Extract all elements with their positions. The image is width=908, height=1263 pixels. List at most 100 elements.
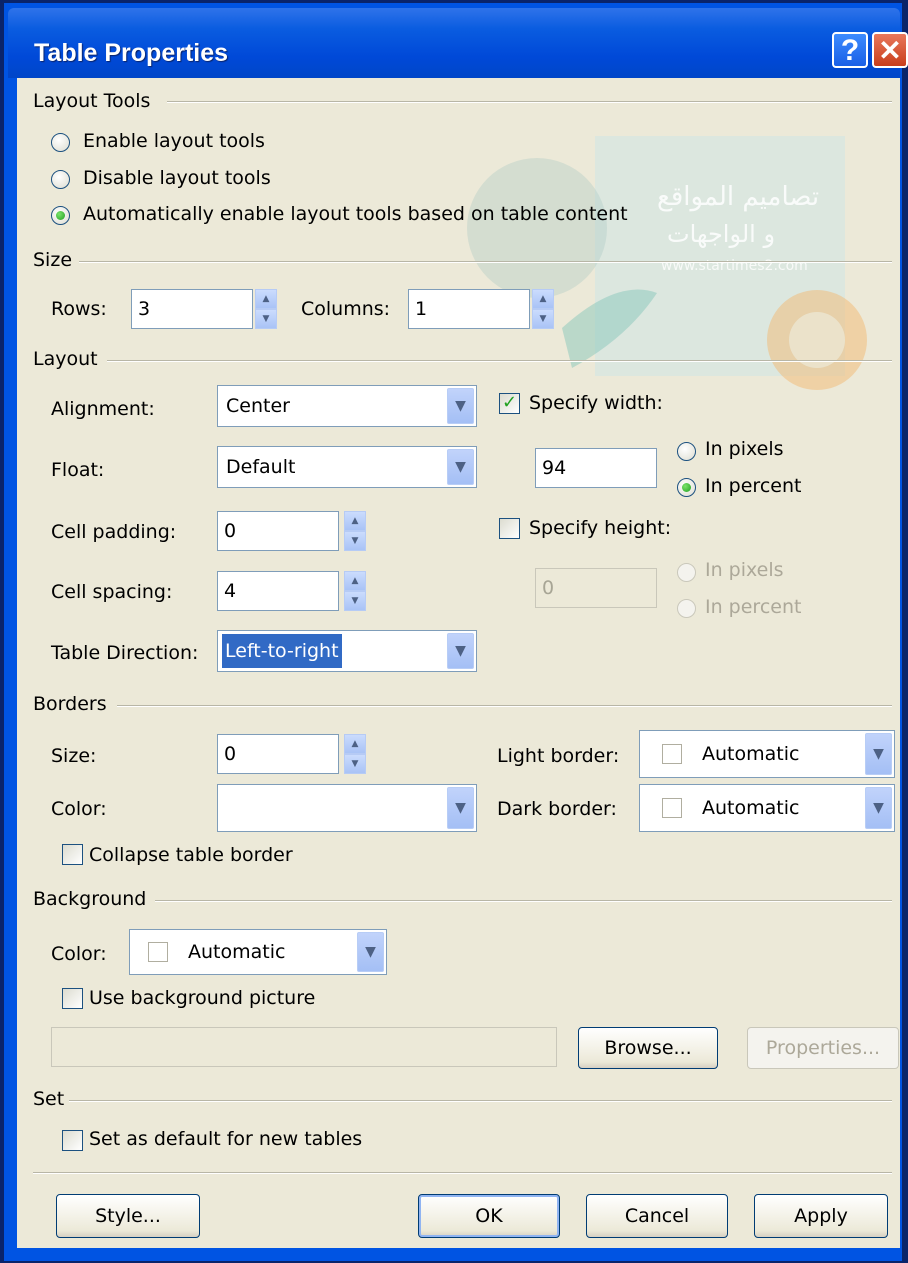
radio-height-in-percent[interactable] [677,599,696,618]
light-border-label: Light border: [497,745,620,767]
section-layout: Layout [33,348,98,370]
spin-down-icon[interactable]: ▼ [255,309,277,329]
cancel-button[interactable]: Cancel [586,1194,728,1238]
spin-up-icon[interactable]: ▲ [344,511,366,531]
title-bar[interactable]: Table Properties ? ✕ [8,8,908,78]
alignment-select[interactable]: Center ▼ [217,385,477,427]
radio-label: In percent [705,475,802,497]
spin-down-icon[interactable]: ▼ [344,754,366,774]
rows-spinner[interactable]: ▲ ▼ [255,289,277,329]
radio-label: In percent [705,596,802,618]
spin-up-icon[interactable]: ▲ [344,734,366,754]
radio-label: Automatically enable layout tools based … [83,203,628,225]
chevron-down-icon[interactable]: ▼ [865,787,892,829]
rows-input[interactable]: 3 [131,289,253,329]
color-swatch [148,942,168,962]
use-background-picture-label: Use background picture [89,987,316,1009]
radio-label: In pixels [705,559,784,581]
apply-button[interactable]: Apply [754,1194,888,1238]
divider [117,705,892,707]
radio-label: Enable layout tools [83,130,265,152]
alignment-value: Center [226,395,290,417]
spin-up-icon[interactable]: ▲ [344,571,366,591]
border-size-input[interactable]: 0 [217,734,339,774]
radio-enable-layout-tools[interactable] [51,133,70,152]
chevron-down-icon[interactable]: ▼ [447,787,474,829]
chevron-down-icon[interactable]: ▼ [447,633,474,669]
section-set: Set [33,1088,65,1110]
specify-width-label: Specify width: [529,392,663,414]
chevron-down-icon[interactable]: ▼ [357,932,384,972]
use-background-picture-checkbox[interactable] [62,988,83,1009]
cell-padding-input[interactable]: 0 [217,511,339,551]
cell-spacing-input[interactable]: 4 [217,571,339,611]
columns-label: Columns: [301,298,391,320]
height-input[interactable]: 0 [535,568,657,608]
close-button[interactable]: ✕ [872,32,908,68]
spin-down-icon[interactable]: ▼ [532,309,554,329]
table-direction-label: Table Direction: [51,642,199,664]
watermark-text: و الواجهات [667,220,776,248]
columns-spinner[interactable]: ▲ ▼ [532,289,554,329]
radio-auto-layout-tools[interactable] [51,206,70,225]
table-direction-value: Left-to-right [222,634,342,668]
spin-up-icon[interactable]: ▲ [255,289,277,309]
cell-spacing-spinner[interactable]: ▲ ▼ [344,571,366,611]
browse-button[interactable]: Browse... [578,1027,718,1069]
divider [107,360,892,362]
divider [33,1172,892,1174]
set-default-label: Set as default for new tables [89,1128,363,1150]
spin-up-icon[interactable]: ▲ [532,289,554,309]
border-size-spinner[interactable]: ▲ ▼ [344,734,366,774]
spin-down-icon[interactable]: ▼ [344,531,366,551]
collapse-border-label: Collapse table border [89,844,293,866]
float-label: Float: [51,459,105,481]
cell-spacing-label: Cell spacing: [51,581,173,603]
radio-height-in-pixels[interactable] [677,563,696,582]
properties-button[interactable]: Properties... [747,1027,899,1069]
section-borders: Borders [33,693,107,715]
dark-border-label: Dark border: [497,798,617,820]
radio-disable-layout-tools[interactable] [51,170,70,189]
chevron-down-icon[interactable]: ▼ [447,449,474,485]
background-color-select[interactable]: Automatic ▼ [129,929,387,975]
window-title: Table Properties [34,39,229,67]
divider [167,101,892,103]
specify-height-checkbox[interactable] [499,518,520,539]
set-default-checkbox[interactable] [62,1130,83,1151]
background-picture-path-input[interactable] [51,1027,557,1067]
border-color-label: Color: [51,798,107,820]
cell-padding-label: Cell padding: [51,521,177,543]
watermark-text: تصاميم المواقع [657,182,820,212]
light-border-select[interactable]: Automatic ▼ [639,730,895,778]
columns-input[interactable]: 1 [408,289,530,329]
radio-label: In pixels [705,438,784,460]
table-direction-select[interactable]: Left-to-right ▼ [217,630,477,672]
divider [79,261,892,263]
chevron-down-icon[interactable]: ▼ [865,733,892,775]
cell-padding-spinner[interactable]: ▲ ▼ [344,511,366,551]
specify-width-checkbox[interactable]: ✓ [499,393,520,414]
width-input[interactable]: 94 [535,448,657,488]
section-layout-tools: Layout Tools [33,90,151,112]
style-button[interactable]: Style... [56,1194,200,1238]
collapse-border-checkbox[interactable] [62,844,83,865]
radio-width-in-pixels[interactable] [677,442,696,461]
float-select[interactable]: Default ▼ [217,446,477,488]
divider [155,900,892,902]
dark-border-select[interactable]: Automatic ▼ [639,784,895,832]
background-color-label: Color: [51,943,107,965]
rows-label: Rows: [51,298,107,320]
light-border-value: Automatic [702,743,800,765]
border-color-select[interactable]: ▼ [217,784,477,832]
help-button[interactable]: ? [832,32,868,68]
dialog-body: تصاميم المواقع و الواجهات www.startimes2… [17,78,900,1248]
section-background: Background [33,888,147,910]
border-size-label: Size: [51,745,97,767]
background-color-value: Automatic [188,941,286,963]
spin-down-icon[interactable]: ▼ [344,591,366,611]
alignment-label: Alignment: [51,398,155,420]
ok-button[interactable]: OK [418,1194,560,1238]
radio-width-in-percent[interactable] [677,478,696,497]
chevron-down-icon[interactable]: ▼ [447,388,474,424]
